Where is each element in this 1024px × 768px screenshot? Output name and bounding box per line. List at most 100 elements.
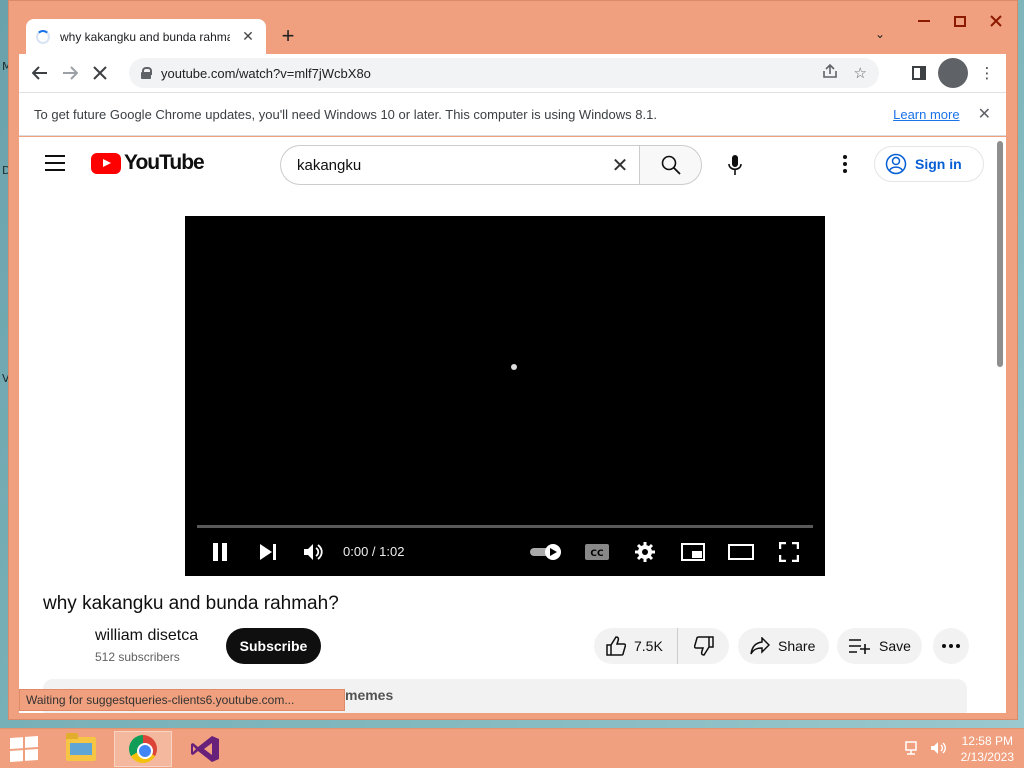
search-button[interactable]	[639, 145, 702, 185]
channel-name[interactable]: william disetca	[95, 627, 198, 645]
side-panel-glyph	[912, 66, 926, 80]
url-text[interactable]: youtube.com/watch?v=mlf7jWcbX8o	[161, 66, 806, 81]
page-scrollbar[interactable]	[994, 137, 1006, 713]
like-count: 7.5K	[634, 638, 663, 654]
cc-icon: CC	[585, 544, 609, 560]
kebab-icon[interactable]: ⋮	[972, 58, 1002, 88]
close-icon[interactable]: ✕	[240, 28, 256, 45]
maximize-button[interactable]	[945, 11, 975, 31]
minimize-button[interactable]	[909, 11, 939, 31]
youtube-wordmark: YouTube	[124, 151, 205, 174]
autoplay-toggle[interactable]	[528, 534, 564, 570]
save-label: Save	[879, 638, 911, 654]
clock-time: 12:58 PM	[961, 734, 1013, 748]
stop-button[interactable]	[85, 58, 115, 88]
miniplayer-button[interactable]	[679, 534, 707, 570]
settings-kebab-icon[interactable]	[837, 151, 853, 177]
chrome-window: why kakangku and bunda rahmah? ✕ + ⌄ you…	[8, 0, 1018, 720]
share-page-icon[interactable]	[822, 63, 838, 82]
fullscreen-button[interactable]	[775, 534, 803, 570]
share-label: Share	[778, 638, 816, 654]
window-close-button[interactable]	[981, 11, 1011, 31]
search-icon	[661, 155, 681, 175]
back-button[interactable]	[25, 58, 55, 88]
mic-icon	[728, 155, 742, 175]
next-icon	[260, 544, 276, 560]
learn-more-link[interactable]: Learn more	[893, 107, 959, 122]
video-title: why kakangku and bunda rahmah?	[43, 593, 339, 614]
network-icon[interactable]	[904, 740, 921, 758]
more-actions-icon[interactable]	[933, 628, 969, 664]
close-icon	[990, 15, 1002, 27]
back-icon	[32, 66, 47, 80]
pause-button[interactable]	[205, 534, 235, 570]
star-icon[interactable]: ☆	[854, 64, 867, 82]
scrollbar-thumb[interactable]	[997, 141, 1003, 367]
update-infobar: To get future Google Chrome updates, you…	[19, 92, 1006, 136]
maximize-icon	[954, 15, 966, 27]
sign-in-button[interactable]: Sign in	[874, 146, 984, 182]
profile-icon[interactable]	[938, 58, 968, 88]
taskbar-clock[interactable]: 12:58 PM 2/13/2023	[961, 733, 1014, 765]
taskbar-visual-studio[interactable]	[176, 731, 234, 767]
dislike-button[interactable]	[678, 628, 729, 664]
speaker-glyph	[930, 741, 946, 754]
pause-icon	[213, 543, 227, 561]
next-button[interactable]	[253, 534, 283, 570]
theater-icon	[728, 544, 754, 560]
clear-search-icon[interactable]: ✕	[600, 153, 640, 178]
window-controls	[909, 11, 1011, 31]
description-text: memes	[345, 687, 394, 703]
minimize-icon	[918, 20, 930, 22]
lock-icon	[141, 67, 152, 79]
loading-spinner-icon	[511, 364, 517, 370]
hamburger-icon[interactable]	[45, 155, 65, 171]
share-page-glyph	[822, 63, 837, 78]
volume-button[interactable]	[299, 534, 329, 570]
fullscreen-icon	[779, 542, 799, 562]
forward-button[interactable]	[55, 58, 85, 88]
search-input[interactable]: kakangku ✕	[280, 145, 640, 185]
taskbar-file-explorer[interactable]	[52, 731, 110, 767]
save-button[interactable]: Save	[837, 628, 922, 664]
speaker-icon[interactable]	[930, 741, 947, 758]
subscribe-button[interactable]: Subscribe	[226, 628, 321, 664]
windows-taskbar: 12:58 PM 2/13/2023	[0, 728, 1024, 768]
new-tab-button[interactable]: +	[277, 25, 299, 47]
autoplay-icon	[530, 544, 561, 560]
video-player[interactable]: 0:00 / 1:02 CC	[185, 216, 825, 576]
windows-start-icon[interactable]	[10, 736, 38, 762]
clock-date: 2/13/2023	[960, 750, 1014, 764]
theater-mode-button[interactable]	[726, 534, 756, 570]
browser-toolbar: youtube.com/watch?v=mlf7jWcbX8o ☆ ⋮	[19, 54, 1006, 92]
network-glyph	[904, 740, 917, 755]
share-button[interactable]: Share	[738, 628, 829, 664]
taskbar-chrome[interactable]	[114, 731, 172, 767]
browser-tab[interactable]: why kakangku and bunda rahmah? ✕	[26, 19, 266, 54]
avatar	[938, 58, 968, 88]
voice-search-button[interactable]	[719, 149, 751, 181]
volume-icon	[304, 544, 323, 560]
tray-icons	[904, 740, 947, 758]
youtube-logo[interactable]: YouTube	[91, 151, 205, 175]
youtube-page: YouTube kakangku ✕ Sign in 0:00 / 1:02 C…	[19, 137, 1006, 713]
close-icon[interactable]: ✕	[978, 104, 991, 124]
progress-bar[interactable]	[197, 525, 813, 528]
folder-icon	[66, 733, 96, 761]
like-dislike-group: 7.5K	[594, 628, 729, 664]
forward-icon	[63, 66, 78, 80]
share-icon	[750, 637, 770, 655]
settings-button[interactable]	[631, 534, 659, 570]
captions-button[interactable]: CC	[583, 534, 611, 570]
infobar-message: To get future Google Chrome updates, you…	[34, 106, 657, 122]
youtube-play-icon	[91, 152, 121, 174]
chrome-icon	[129, 735, 157, 763]
address-bar[interactable]: youtube.com/watch?v=mlf7jWcbX8o ☆	[129, 58, 879, 88]
search-query[interactable]: kakangku	[297, 157, 600, 174]
title-bar: why kakangku and bunda rahmah? ✕ + ⌄	[9, 1, 1017, 54]
side-panel-icon[interactable]	[904, 58, 934, 88]
like-button[interactable]: 7.5K	[594, 628, 678, 664]
chevron-down-icon[interactable]: ⌄	[875, 27, 885, 41]
subscriber-count: 512 subscribers	[95, 650, 180, 664]
visual-studio-icon	[191, 736, 219, 762]
